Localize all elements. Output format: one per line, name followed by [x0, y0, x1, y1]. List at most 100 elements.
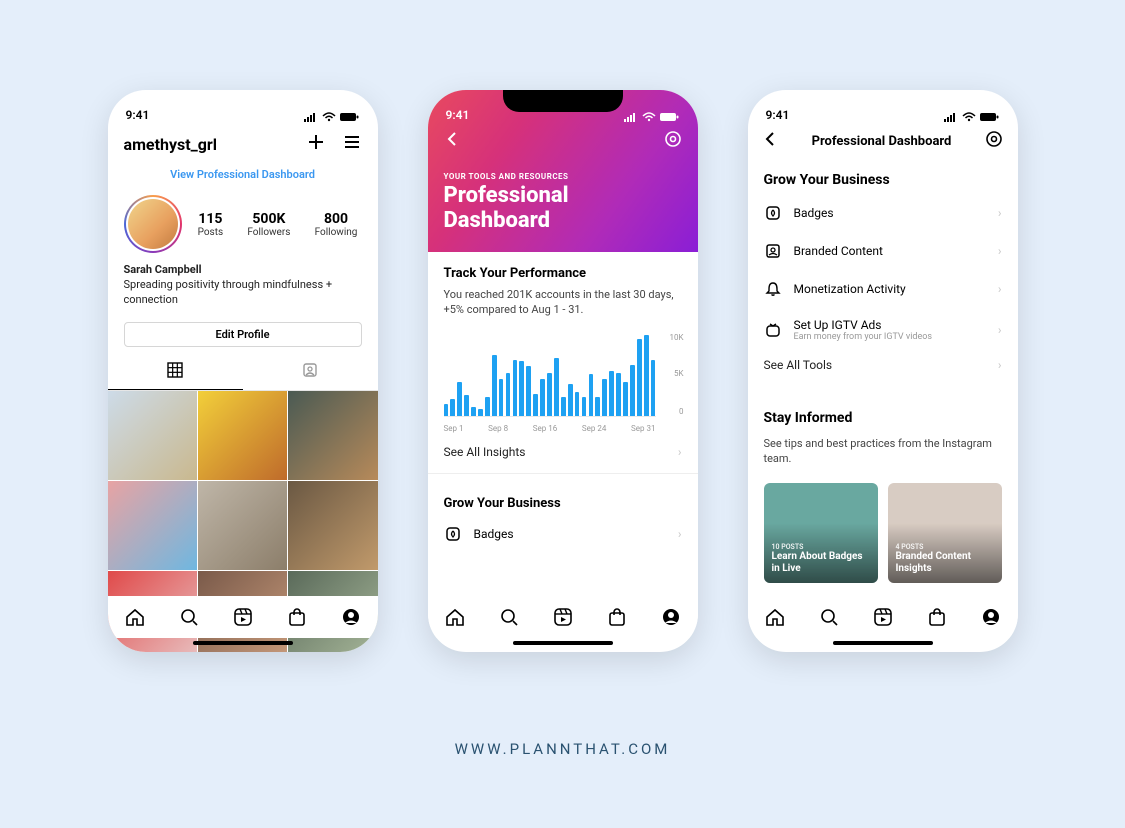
- post-thumbnail[interactable]: [198, 391, 287, 480]
- tool-branded-content[interactable]: Branded Content ›: [748, 232, 1018, 270]
- profile-icon[interactable]: [340, 606, 362, 628]
- search-icon[interactable]: [178, 606, 200, 628]
- post-thumbnail[interactable]: [288, 391, 377, 480]
- tool-monetization[interactable]: Monetization Activity ›: [748, 270, 1018, 308]
- battery-icon: [340, 112, 360, 122]
- footer-url: WWW.PLANNTHAT.COM: [0, 740, 1125, 758]
- tool-badges[interactable]: Badges ›: [748, 194, 1018, 232]
- chart-bar: [471, 407, 476, 417]
- bio-text: Spreading positivity through mindfulness…: [124, 278, 333, 306]
- home-indicator: [513, 641, 613, 645]
- tip-card[interactable]: 10 POSTS Learn About Badges in Live: [764, 483, 878, 583]
- back-icon[interactable]: [444, 131, 460, 151]
- chart-bar: [506, 373, 511, 417]
- chevron-right-icon: ›: [678, 445, 682, 459]
- chart-bar: [616, 373, 621, 417]
- stat-following[interactable]: 800 Following: [315, 211, 358, 238]
- chart-bar: [602, 379, 607, 416]
- reels-icon[interactable]: [232, 606, 254, 628]
- hero-eyebrow: YOUR TOOLS AND RESOURCES: [428, 160, 698, 183]
- home-icon[interactable]: [124, 606, 146, 628]
- track-subtext: You reached 201K accounts in the last 30…: [444, 281, 682, 318]
- tip-card[interactable]: 4 POSTS Branded Content Insights: [888, 483, 1002, 583]
- profile-icon[interactable]: [660, 606, 682, 628]
- edit-profile-button[interactable]: Edit Profile: [124, 322, 362, 347]
- home-indicator: [833, 641, 933, 645]
- create-icon[interactable]: [306, 132, 326, 156]
- settings-icon[interactable]: [985, 130, 1003, 152]
- tool-badges[interactable]: Badges ›: [428, 515, 698, 553]
- tab-grid[interactable]: [108, 355, 243, 390]
- performance-chart: 10K 5K 0 Sep 1 Sep 8 Sep 16 Sep 24 Sep 3…: [444, 331, 682, 431]
- badge-icon: [764, 204, 782, 222]
- status-time: 9:41: [446, 108, 470, 122]
- signal-icon: [304, 112, 318, 122]
- settings-icon[interactable]: [664, 130, 682, 152]
- tool-igtv-ads[interactable]: Set Up IGTV Ads Earn money from your IGT…: [748, 308, 1018, 352]
- phone-dashboard-intro: 9:41 YOUR TOOLS AND RESOURCES Profession…: [428, 90, 698, 652]
- home-icon[interactable]: [764, 606, 786, 628]
- chart-bar: [540, 379, 545, 416]
- x-tick: Sep 1: [444, 424, 464, 433]
- y-tick: 0: [679, 407, 684, 416]
- chevron-right-icon: ›: [678, 527, 682, 541]
- chart-bar: [499, 379, 504, 416]
- grow-heading: Grow Your Business: [748, 162, 1018, 194]
- search-icon[interactable]: [498, 606, 520, 628]
- chevron-right-icon: ›: [998, 358, 1002, 372]
- reels-icon[interactable]: [552, 606, 574, 628]
- page-title: Professional Dashboard: [812, 134, 952, 149]
- chart-bar: [464, 395, 469, 416]
- x-tick: Sep 24: [582, 424, 606, 433]
- shop-icon[interactable]: [926, 606, 948, 628]
- see-all-insights-link[interactable]: See All Insights ›: [428, 431, 698, 473]
- phone-dashboard-tools: 9:41 Professional Dashboard Grow Your Bu…: [748, 90, 1018, 652]
- stat-followers[interactable]: 500K Followers: [247, 211, 290, 238]
- tab-bar: [428, 596, 698, 638]
- chart-bar: [651, 360, 656, 417]
- x-tick: Sep 8: [488, 424, 508, 433]
- profile-stats-row: 115 Posts 500K Followers 800 Following: [108, 191, 378, 257]
- chart-bar: [526, 366, 531, 416]
- status-time: 9:41: [126, 108, 150, 122]
- post-thumbnail[interactable]: [108, 481, 197, 570]
- avatar-story-ring[interactable]: [124, 195, 182, 253]
- chart-bar: [519, 361, 524, 416]
- profile-icon[interactable]: [980, 606, 1002, 628]
- chart-bar: [623, 382, 628, 416]
- post-thumbnail[interactable]: [108, 391, 197, 480]
- status-time: 9:41: [766, 108, 790, 122]
- tab-bar: [108, 596, 378, 638]
- see-all-tools-link[interactable]: See All Tools ›: [748, 352, 1018, 386]
- profile-tabs: [108, 355, 378, 391]
- igtv-icon: [764, 321, 782, 339]
- menu-icon[interactable]: [342, 132, 362, 156]
- view-pro-dashboard-link[interactable]: View Professional Dashboard: [108, 162, 378, 191]
- chevron-right-icon: ›: [998, 244, 1002, 258]
- post-thumbnail[interactable]: [198, 481, 287, 570]
- notch: [823, 90, 943, 112]
- phone-profile: 9:41 amethyst_grl View Professional Dash…: [108, 90, 378, 652]
- branded-icon: [764, 242, 782, 260]
- post-thumbnail[interactable]: [288, 481, 377, 570]
- shop-icon[interactable]: [606, 606, 628, 628]
- chart-bar: [637, 339, 642, 417]
- y-tick: 5K: [674, 369, 684, 378]
- reels-icon[interactable]: [872, 606, 894, 628]
- back-icon[interactable]: [762, 131, 778, 151]
- chevron-right-icon: ›: [998, 282, 1002, 296]
- x-tick: Sep 31: [631, 424, 655, 433]
- home-icon[interactable]: [444, 606, 466, 628]
- chart-bar: [561, 397, 566, 416]
- username[interactable]: amethyst_grl: [124, 135, 217, 154]
- wifi-icon: [642, 112, 656, 122]
- hero-title: Professional Dashboard: [428, 183, 698, 234]
- stat-posts[interactable]: 115 Posts: [198, 211, 224, 238]
- notch: [503, 90, 623, 112]
- shop-icon[interactable]: [286, 606, 308, 628]
- tab-tagged[interactable]: [243, 355, 378, 390]
- search-icon[interactable]: [818, 606, 840, 628]
- dashboard-hero: 9:41 YOUR TOOLS AND RESOURCES Profession…: [428, 90, 698, 252]
- track-heading: Track Your Performance: [444, 266, 682, 281]
- chart-bar: [444, 404, 449, 416]
